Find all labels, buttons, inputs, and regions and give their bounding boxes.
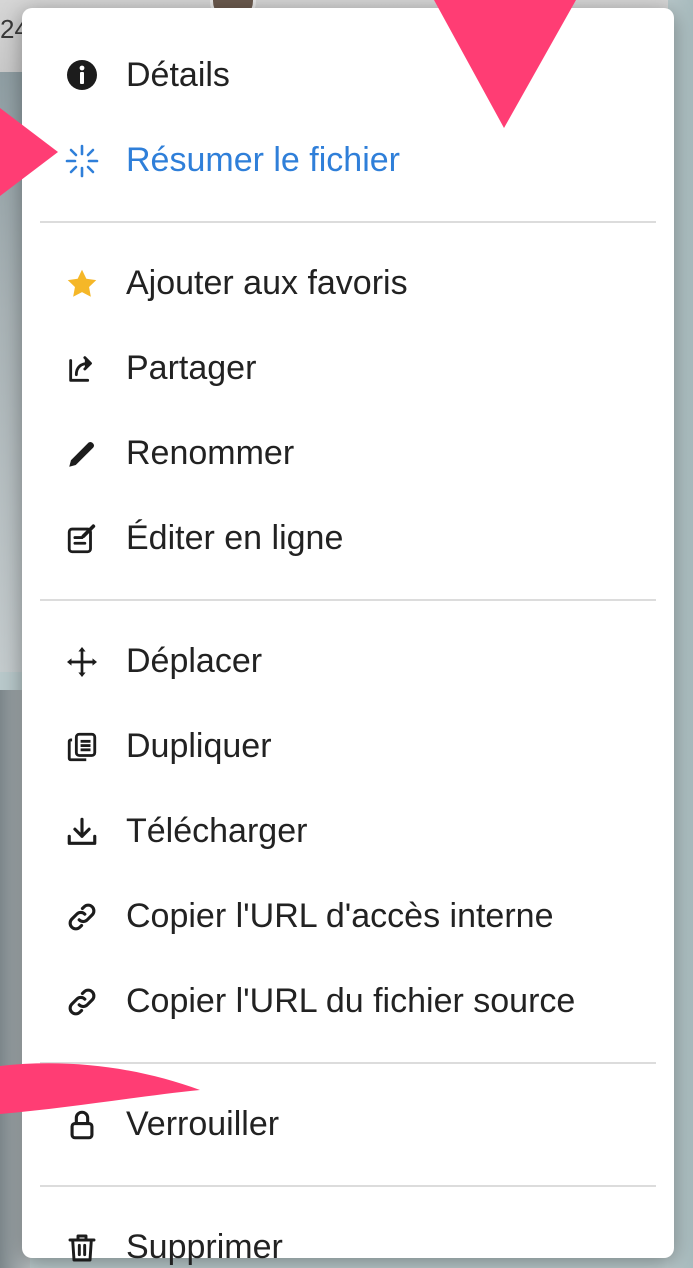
menu-item-label: Supprimer <box>126 1228 283 1266</box>
menu-item-label: Partager <box>126 349 257 387</box>
annotation-arrow-top <box>434 0 576 128</box>
star-icon <box>60 262 104 306</box>
menu-item-share[interactable]: Partager <box>22 326 674 411</box>
menu-item-label: Copier l'URL d'accès interne <box>126 897 554 935</box>
menu-item-download[interactable]: Télécharger <box>22 789 674 874</box>
menu-item-label: Renommer <box>126 434 295 472</box>
menu-item-label: Télécharger <box>126 812 308 850</box>
menu-item-duplicate[interactable]: Dupliquer <box>22 704 674 789</box>
move-icon <box>60 640 104 684</box>
download-icon <box>60 810 104 854</box>
link-icon <box>60 895 104 939</box>
link-icon <box>60 980 104 1024</box>
pencil-icon <box>60 432 104 476</box>
menu-item-edit-online[interactable]: Éditer en ligne <box>22 496 674 581</box>
menu-item-add-favorite[interactable]: Ajouter aux favoris <box>22 241 674 326</box>
menu-item-label: Résumer le fichier <box>126 141 400 179</box>
sparkle-icon <box>60 139 104 183</box>
menu-item-label: Dupliquer <box>126 727 272 765</box>
menu-divider <box>40 1185 656 1187</box>
annotation-arrow-summarize <box>0 108 58 196</box>
menu-divider <box>40 599 656 601</box>
menu-item-label: Déplacer <box>126 642 263 680</box>
share-icon <box>60 347 104 391</box>
info-icon <box>60 53 104 97</box>
trash-icon <box>60 1226 104 1268</box>
menu-item-label: Éditer en ligne <box>126 519 344 557</box>
annotation-arrow-lock <box>0 1063 200 1114</box>
edit-online-icon <box>60 517 104 561</box>
menu-item-rename[interactable]: Renommer <box>22 411 674 496</box>
menu-item-label: Copier l'URL du fichier source <box>126 982 576 1020</box>
duplicate-icon <box>60 725 104 769</box>
menu-item-label: Ajouter aux favoris <box>126 264 408 302</box>
menu-item-move[interactable]: Déplacer <box>22 619 674 704</box>
menu-divider <box>40 221 656 223</box>
menu-item-copy-internal-url[interactable]: Copier l'URL d'accès interne <box>22 874 674 959</box>
menu-item-label: Détails <box>126 55 230 94</box>
menu-item-copy-source-url[interactable]: Copier l'URL du fichier source <box>22 959 674 1044</box>
menu-item-delete[interactable]: Supprimer <box>22 1205 674 1268</box>
